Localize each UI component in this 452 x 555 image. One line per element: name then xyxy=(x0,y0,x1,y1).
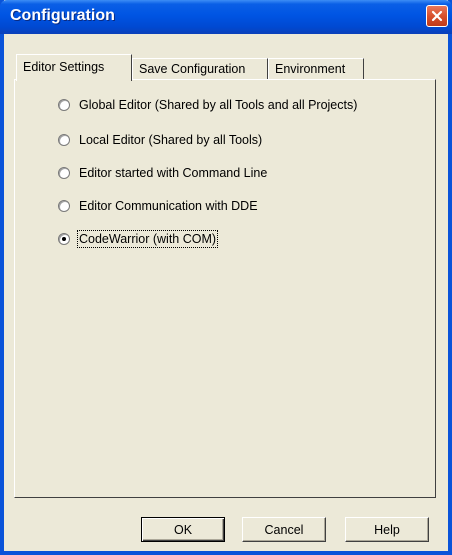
ok-button[interactable]: OK xyxy=(141,517,225,542)
tab-label: Editor Settings xyxy=(23,60,105,74)
radio-button-icon[interactable] xyxy=(58,167,70,179)
tab-editor-settings[interactable]: Editor Settings xyxy=(16,54,132,81)
radio-button-icon[interactable] xyxy=(58,134,70,146)
title-bar[interactable]: Configuration xyxy=(0,0,452,34)
window-title: Configuration xyxy=(10,7,115,24)
tab-environment[interactable]: Environment xyxy=(268,58,364,80)
radio-dde-editor[interactable]: Editor Communication with DDE xyxy=(58,197,258,215)
close-button[interactable] xyxy=(426,5,448,27)
tab-label: Environment xyxy=(275,62,346,76)
close-icon xyxy=(431,10,443,22)
radio-button-icon[interactable] xyxy=(58,99,70,111)
radio-codewarrior-com[interactable]: CodeWarrior (with COM) xyxy=(58,230,219,248)
cancel-button[interactable]: Cancel xyxy=(242,517,326,542)
tab-label: Save Configuration xyxy=(139,62,246,76)
radio-global-editor[interactable]: Global Editor (Shared by all Tools and a… xyxy=(58,96,357,114)
radio-label: Local Editor (Shared by all Tools) xyxy=(79,133,263,147)
radio-button-icon[interactable] xyxy=(58,200,70,212)
radio-label: Editor started with Command Line xyxy=(79,166,268,180)
radio-label: Editor Communication with DDE xyxy=(79,199,258,213)
editor-settings-panel: Global Editor (Shared by all Tools and a… xyxy=(14,79,436,498)
tab-save-configuration[interactable]: Save Configuration xyxy=(132,58,268,80)
configuration-dialog: Configuration Editor Settings Save Confi… xyxy=(0,0,452,555)
radio-command-line-editor[interactable]: Editor started with Command Line xyxy=(58,164,267,182)
radio-local-editor[interactable]: Local Editor (Shared by all Tools) xyxy=(58,131,262,149)
radio-label: CodeWarrior (with COM) xyxy=(76,230,219,248)
radio-label: Global Editor (Shared by all Tools and a… xyxy=(79,98,358,112)
help-button[interactable]: Help xyxy=(345,517,429,542)
radio-button-icon[interactable] xyxy=(58,233,70,245)
